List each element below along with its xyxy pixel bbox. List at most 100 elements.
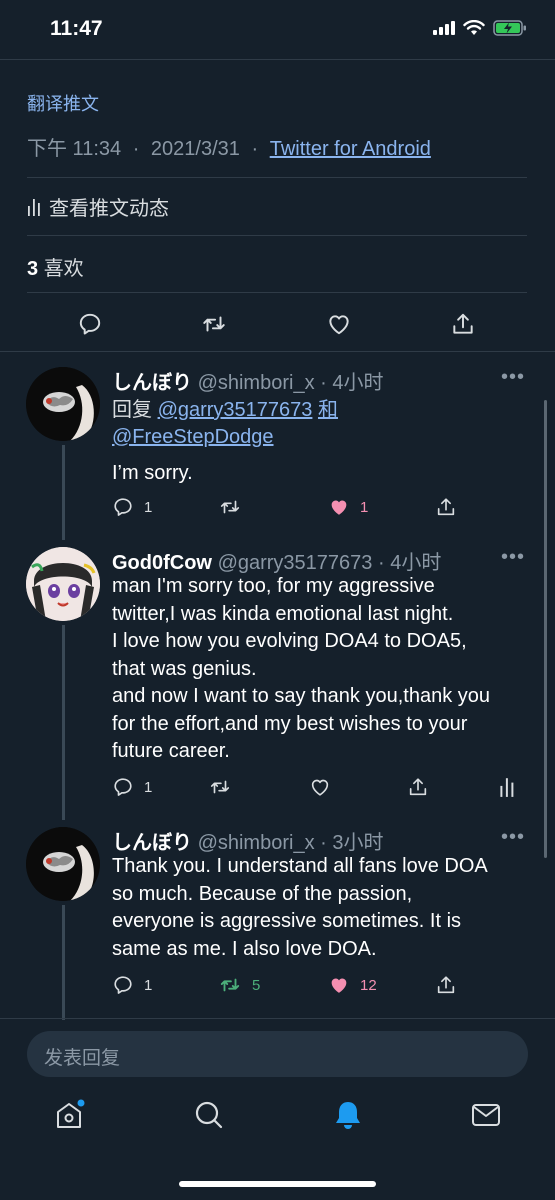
meta-separator: ·: [251, 138, 259, 160]
retweet-icon: [220, 500, 240, 514]
notifications-icon: [336, 1102, 360, 1129]
text-line: I love how you evolving DOA4 to DOA5,: [112, 630, 467, 652]
share-button[interactable]: [435, 974, 457, 996]
text-line: same as me. I also love DOA.: [112, 937, 377, 960]
scrollbar[interactable]: [544, 400, 547, 858]
reply-button[interactable]: 1: [112, 776, 152, 798]
mention-link[interactable]: @FreeStepDodge: [112, 426, 274, 448]
like-count: 1: [360, 498, 369, 516]
author-handle[interactable]: @shimbori_x: [198, 832, 315, 854]
avatar-image: [26, 547, 100, 621]
retweet-active-icon: [220, 978, 240, 992]
thread-line: [62, 445, 65, 540]
tweet-time: 下午 11:34: [27, 138, 122, 160]
author-name[interactable]: しんぼり: [112, 372, 192, 394]
reply-count: 1: [144, 498, 153, 516]
likes-count: 3: [27, 258, 39, 280]
reply-header: God0fCow @garry35177673 · 4小时: [112, 546, 441, 575]
thread-line: [62, 905, 65, 1020]
reply-text: Thank you. I understand all fans love DO…: [112, 853, 532, 963]
reply-icon: [114, 976, 132, 994]
avatar[interactable]: [26, 547, 100, 621]
bottom-nav: [0, 1095, 555, 1149]
tweet-source-link[interactable]: Twitter for Android: [270, 138, 431, 160]
author-name[interactable]: しんぼり: [112, 832, 192, 854]
reply-actions: 1 5 12: [112, 974, 532, 1000]
mention-link[interactable]: @garry35177673: [158, 399, 313, 421]
status-time: 11:47: [50, 17, 103, 40]
tweet-meta: 下午 11:34 · 2021/3/31 · Twitter for Andro…: [27, 132, 431, 161]
like-button[interactable]: [321, 306, 357, 342]
home-icon: [57, 1099, 85, 1128]
retweet-button[interactable]: 5: [218, 974, 260, 996]
text-line: so much. Because of the passion,: [112, 882, 413, 905]
author-name[interactable]: God0fCow: [112, 552, 212, 574]
reply-actions: 1 1: [112, 496, 532, 522]
more-options-button[interactable]: •••: [501, 366, 525, 389]
avatar[interactable]: [26, 367, 100, 441]
reply-header: しんぼり @shimbori_x · 3小时: [112, 826, 383, 855]
like-filled-icon: [331, 500, 347, 515]
share-button[interactable]: [407, 776, 429, 798]
meta-separator: ·: [132, 138, 140, 160]
reply-compose-input[interactable]: 发表回复: [27, 1031, 528, 1077]
like-button[interactable]: 1: [328, 496, 368, 518]
divider: [27, 235, 527, 236]
share-icon: [437, 498, 455, 516]
text-line: that was genius.: [112, 657, 257, 680]
signal-icon: [433, 21, 455, 35]
like-button[interactable]: [309, 776, 331, 798]
text-line: man I'm sorry too, for my aggressive: [112, 575, 435, 597]
nav-notifications[interactable]: [328, 1095, 368, 1135]
likes-summary[interactable]: 3 喜欢: [27, 252, 84, 281]
reply-button[interactable]: 1: [112, 496, 152, 518]
reply-time: · 4小时: [320, 372, 384, 394]
tweet-analytics-button[interactable]: [498, 776, 516, 798]
share-icon: [437, 976, 455, 994]
avatar-image: [26, 367, 100, 441]
likes-label: 喜欢: [43, 258, 84, 280]
reply-icon: [79, 313, 101, 335]
reply-prefix: 回复: [112, 399, 152, 421]
messages-icon: [472, 1104, 500, 1126]
text-line: Thank you. I understand all fans love DO…: [112, 855, 488, 877]
reply-button[interactable]: 1: [112, 974, 152, 996]
reply-count: 1: [144, 778, 153, 796]
share-button[interactable]: [435, 496, 457, 518]
share-button[interactable]: [445, 306, 481, 342]
more-options-button[interactable]: •••: [501, 826, 525, 849]
divider: [0, 351, 555, 352]
retweet-button[interactable]: [196, 306, 232, 342]
like-count: 12: [360, 976, 377, 994]
avatar[interactable]: [26, 827, 100, 901]
divider: [0, 1018, 555, 1019]
battery-charging-icon: [493, 20, 526, 36]
reply-header: しんぼり @shimbori_x · 4小时: [112, 366, 383, 395]
more-options-button[interactable]: •••: [501, 546, 525, 569]
retweet-button[interactable]: [218, 496, 242, 518]
reply-and: 和: [317, 399, 338, 421]
divider: [27, 292, 527, 293]
compose-placeholder: 发表回复: [44, 1048, 121, 1069]
view-tweet-activity[interactable]: 查看推文动态: [27, 192, 169, 221]
text-line: future career.: [112, 740, 230, 762]
analytics-icon: [500, 778, 514, 797]
author-handle[interactable]: @shimbori_x: [198, 372, 315, 394]
home-indicator[interactable]: [179, 1181, 376, 1187]
nav-messages[interactable]: [466, 1095, 506, 1135]
activity-label: 查看推文动态: [49, 198, 169, 220]
retweet-button[interactable]: [208, 776, 232, 798]
analytics-icon: [28, 198, 40, 216]
text-line: everyone is aggressive sometimes. It is: [112, 910, 462, 932]
author-handle[interactable]: @garry35177673: [218, 552, 373, 574]
reply-text: man I'm sorry too, for my aggressive twi…: [112, 573, 532, 766]
reply-button[interactable]: [72, 306, 108, 342]
tweet-detail-page: 11:47 翻译推文 下午 11:34 · 2021/3/31 · Twitte: [0, 0, 555, 1200]
wifi-icon: [463, 20, 485, 35]
like-button[interactable]: 12: [328, 974, 377, 996]
translate-tweet-link[interactable]: 翻译推文: [27, 90, 99, 116]
nav-search[interactable]: [189, 1095, 229, 1135]
text-line: and now I want to say thank you,thank yo…: [112, 685, 491, 707]
nav-home[interactable]: [49, 1095, 89, 1135]
text-line: twitter,I was kinda emotional last night…: [112, 602, 454, 625]
